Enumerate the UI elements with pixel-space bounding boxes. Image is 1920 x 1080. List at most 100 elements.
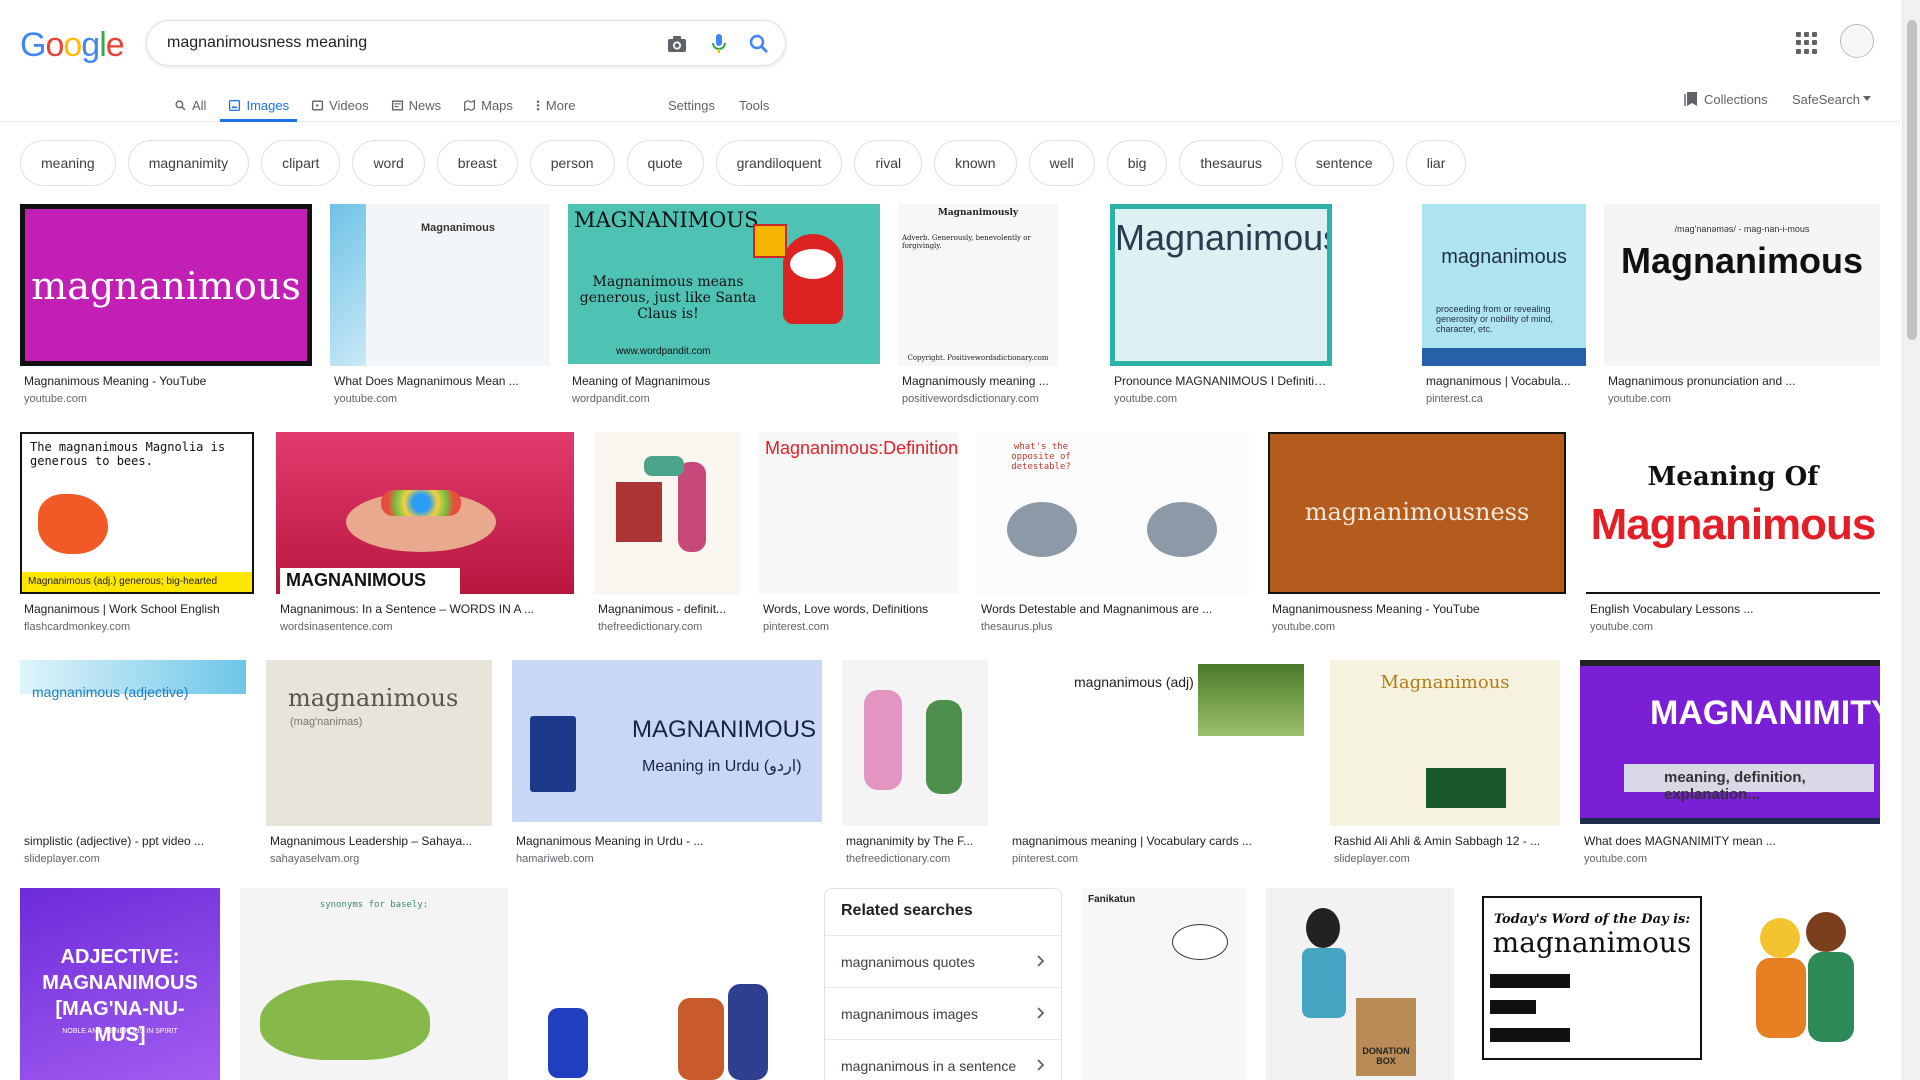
result-title[interactable]: Pronounce MAGNANIMOUS I Definition ... bbox=[1114, 374, 1328, 388]
microphone-icon[interactable] bbox=[707, 32, 731, 56]
tab-more[interactable]: More bbox=[527, 88, 584, 122]
result-tile[interactable]: magnanimousness Magnanimousness Meaning … bbox=[1268, 432, 1566, 642]
result-thumbnail[interactable]: Meaning Of Magnanimous bbox=[1586, 432, 1880, 594]
result-tile[interactable]: synonyms for basely: bbox=[240, 888, 508, 1080]
google-logo[interactable]: Google bbox=[20, 26, 125, 65]
suggestion-chip[interactable]: magnanimity bbox=[127, 140, 250, 186]
suggestion-chip[interactable]: breast bbox=[436, 140, 518, 186]
result-tile[interactable]: Magnanimous Pronounce MAGNANIMOUS I Defi… bbox=[1110, 204, 1332, 414]
search-input[interactable]: magnanimousness meaning bbox=[167, 34, 367, 52]
result-thumbnail[interactable]: MAGNANIMOUS bbox=[276, 432, 574, 594]
result-title[interactable]: Magnanimous: In a Sentence – WORDS IN A … bbox=[280, 602, 570, 616]
result-title[interactable]: magnanimity by The F... bbox=[846, 834, 984, 848]
result-title[interactable]: magnanimous meaning | Vocabulary cards .… bbox=[1012, 834, 1306, 848]
result-tile[interactable]: magnanimous Magnanimous Meaning - YouTub… bbox=[20, 204, 312, 414]
camera-icon[interactable] bbox=[665, 32, 689, 56]
result-title[interactable]: Words Detestable and Magnanimous are ... bbox=[981, 602, 1245, 616]
suggestion-chip[interactable]: rival bbox=[854, 140, 923, 186]
suggestion-chip[interactable]: clipart bbox=[261, 140, 341, 186]
result-thumbnail[interactable]: Magnanimous bbox=[330, 204, 550, 366]
result-title[interactable]: What Does Magnanimous Mean ... bbox=[334, 374, 546, 388]
result-tile[interactable]: MAGNANIMITY meaning, definition, explana… bbox=[1580, 660, 1880, 870]
result-title[interactable]: Magnanimously meaning ... bbox=[902, 374, 1054, 388]
account-avatar[interactable] bbox=[1840, 24, 1874, 58]
safesearch-menu[interactable]: SafeSearch bbox=[1792, 88, 1871, 110]
result-thumbnail[interactable]: magnanimous bbox=[20, 204, 312, 366]
result-thumbnail[interactable]: synonyms for basely: bbox=[240, 888, 508, 1080]
result-thumbnail[interactable]: Magnanimous bbox=[1330, 660, 1560, 826]
result-title[interactable]: English Vocabulary Lessons ... bbox=[1590, 602, 1876, 616]
result-title[interactable]: Words, Love words, Definitions bbox=[763, 602, 955, 616]
collections-link[interactable]: Collections bbox=[1684, 88, 1768, 110]
result-title[interactable]: Magnanimous Meaning - YouTube bbox=[24, 374, 308, 388]
result-tile[interactable]: MAGNANIMOUS Meaning in Urdu (اردو) Magna… bbox=[512, 660, 822, 870]
result-thumbnail[interactable]: Magnanimous bbox=[1110, 204, 1332, 366]
result-title[interactable]: Magnanimous - definit... bbox=[598, 602, 736, 616]
tab-all[interactable]: All bbox=[166, 88, 214, 122]
suggestion-chip[interactable]: sentence bbox=[1294, 140, 1394, 186]
result-tile[interactable]: Fanikatun bbox=[1082, 888, 1246, 1080]
result-tile[interactable] bbox=[528, 888, 802, 1080]
result-thumbnail[interactable] bbox=[528, 888, 802, 1080]
result-thumbnail[interactable]: The magnanimous Magnolia is generous to … bbox=[20, 432, 254, 594]
result-title[interactable]: Magnanimous Meaning in Urdu - ... bbox=[516, 834, 818, 848]
result-tile[interactable]: Magnanimous Rashid Ali Ahli & Amin Sabba… bbox=[1330, 660, 1560, 870]
result-title[interactable]: Magnanimous pronunciation and ... bbox=[1608, 374, 1876, 388]
result-thumbnail[interactable]: ADJECTIVE: MAGNANIMOUS [MAG'NA-NU-MUS] N… bbox=[20, 888, 220, 1080]
suggestion-chip[interactable]: well bbox=[1028, 140, 1095, 186]
result-tile[interactable]: magnanimous (adjective) simplistic (adje… bbox=[20, 660, 246, 870]
result-tile[interactable]: what's the opposite of detestable? Words… bbox=[977, 432, 1249, 642]
result-thumbnail[interactable]: Today's Word of the Day is: magnanimous bbox=[1474, 888, 1710, 1080]
result-thumbnail[interactable]: what's the opposite of detestable? bbox=[977, 432, 1249, 594]
result-tile[interactable]: Today's Word of the Day is: magnanimous bbox=[1474, 888, 1710, 1080]
related-search-item[interactable]: magnanimous quotes bbox=[825, 935, 1061, 987]
result-title[interactable]: Meaning of Magnanimous bbox=[572, 374, 876, 388]
result-thumbnail[interactable]: MAGNANIMITY meaning, definition, explana… bbox=[1580, 660, 1880, 824]
result-thumbnail[interactable]: magnanimous (mag'nanimas) bbox=[266, 660, 492, 826]
result-thumbnail[interactable] bbox=[842, 660, 988, 826]
result-tile[interactable] bbox=[1730, 888, 1880, 1080]
result-tile[interactable]: Magnanimous - definit... thefreedictiona… bbox=[594, 432, 740, 642]
result-tile[interactable]: MAGNANIMOUS Magnanimous means generous, … bbox=[568, 204, 880, 414]
related-search-item[interactable]: magnanimous images bbox=[825, 987, 1061, 1039]
tab-videos[interactable]: Videos bbox=[303, 88, 377, 122]
related-search-item[interactable]: magnanimous in a sentence bbox=[825, 1039, 1061, 1080]
result-tile[interactable]: ADJECTIVE: MAGNANIMOUS [MAG'NA-NU-MUS] N… bbox=[20, 888, 220, 1080]
settings-link[interactable]: Settings bbox=[668, 88, 715, 122]
suggestion-chip[interactable]: big bbox=[1106, 140, 1168, 186]
result-title[interactable]: What does MAGNANIMITY mean ... bbox=[1584, 834, 1876, 848]
suggestion-chip[interactable]: quote bbox=[626, 140, 704, 186]
apps-grid-icon[interactable] bbox=[1796, 32, 1818, 54]
suggestion-chip[interactable]: grandiloquent bbox=[715, 140, 843, 186]
result-thumbnail[interactable]: MAGNANIMOUS Magnanimous means generous, … bbox=[568, 204, 880, 364]
result-tile[interactable]: MAGNANIMOUS Magnanimous: In a Sentence –… bbox=[276, 432, 574, 642]
result-thumbnail[interactable]: magnanimous (adj) bbox=[1008, 660, 1310, 826]
result-title[interactable]: Magnanimousness Meaning - YouTube bbox=[1272, 602, 1562, 616]
result-thumbnail[interactable]: magnanimousness bbox=[1268, 432, 1566, 594]
tools-link[interactable]: Tools bbox=[739, 88, 769, 122]
result-thumbnail[interactable]: magnanimous proceeding from or revealing… bbox=[1422, 204, 1586, 366]
suggestion-chip[interactable]: thesaurus bbox=[1179, 140, 1283, 186]
scrollbar-thumb[interactable] bbox=[1907, 20, 1917, 340]
result-tile[interactable]: Magnanimously Adverb. Generously, benevo… bbox=[898, 204, 1058, 414]
result-thumbnail[interactable]: MAGNANIMOUS Meaning in Urdu (اردو) bbox=[512, 660, 822, 822]
result-thumbnail[interactable] bbox=[1730, 888, 1880, 1080]
result-tile[interactable]: Magnanimous:Definition Words, Love words… bbox=[759, 432, 959, 642]
result-tile[interactable]: magnanimous (mag'nanimas) Magnanimous Le… bbox=[266, 660, 492, 870]
tab-maps[interactable]: Maps bbox=[455, 88, 521, 122]
result-title[interactable]: simplistic (adjective) - ppt video ... bbox=[24, 834, 242, 848]
result-tile[interactable]: magnanimity by The F... thefreedictionar… bbox=[842, 660, 988, 870]
result-tile[interactable]: DONATION BOX bbox=[1266, 888, 1454, 1080]
tab-images[interactable]: Images bbox=[220, 88, 297, 122]
result-tile[interactable]: magnanimous (adj) magnanimous meaning | … bbox=[1008, 660, 1310, 870]
suggestion-chip[interactable]: known bbox=[934, 140, 1017, 186]
search-icon[interactable] bbox=[747, 32, 771, 56]
result-thumbnail[interactable] bbox=[594, 432, 740, 594]
result-thumbnail[interactable]: Magnanimous:Definition bbox=[759, 432, 959, 594]
suggestion-chip[interactable]: meaning bbox=[20, 140, 116, 186]
search-box[interactable]: magnanimousness meaning bbox=[146, 20, 786, 66]
result-thumbnail[interactable]: magnanimous (adjective) bbox=[20, 660, 246, 826]
result-title[interactable]: Magnanimous Leadership – Sahaya... bbox=[270, 834, 488, 848]
result-tile[interactable]: magnanimous proceeding from or revealing… bbox=[1422, 204, 1586, 414]
tab-news[interactable]: News bbox=[383, 88, 450, 122]
